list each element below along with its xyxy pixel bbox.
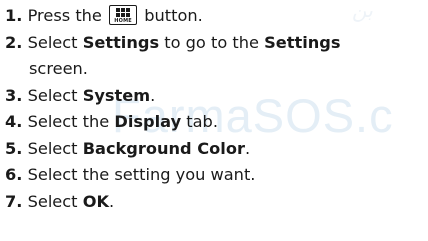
step-keyword: Settings: [82, 32, 160, 52]
home-button-label: HOME: [114, 18, 132, 24]
step-text: Select: [27, 32, 78, 52]
step-number: 7.: [5, 191, 23, 211]
step-3: 3. Select System.: [5, 83, 425, 110]
step-text: .: [150, 85, 156, 105]
step-number: 1.: [5, 6, 23, 25]
step-2-continued: screen.: [5, 56, 425, 83]
step-text: Select: [27, 85, 78, 105]
step-text: Select the setting you want.: [27, 165, 256, 184]
step-text: screen.: [29, 59, 88, 78]
step-text: Press the: [27, 6, 102, 25]
step-text: Select the: [27, 112, 110, 131]
step-text: button.: [144, 6, 203, 25]
step-7: 7. Select OK.: [5, 189, 425, 216]
step-text: Select: [27, 191, 78, 211]
step-5: 5. Select Background Color.: [5, 136, 425, 163]
step-2: 2. Select Settings to go to the Settings: [5, 30, 425, 57]
step-keyword: OK: [82, 191, 109, 211]
step-number: 6.: [5, 165, 23, 184]
step-number: 4.: [5, 112, 23, 131]
step-text: tab.: [186, 112, 218, 131]
step-keyword: Settings: [264, 32, 341, 52]
step-4: 4. Select the Display tab.: [5, 109, 425, 136]
step-text: Select: [27, 138, 78, 158]
step-1: 1. Press the HOME button.: [5, 3, 425, 30]
step-text: .: [244, 138, 251, 158]
home-button-icon: HOME: [109, 5, 138, 25]
instruction-steps: 1. Press the HOME button. 2. Select Sett…: [5, 3, 425, 215]
step-text: .: [109, 191, 115, 211]
step-keyword: System: [82, 85, 151, 105]
step-number: 5.: [5, 138, 23, 158]
step-6: 6. Select the setting you want.: [5, 162, 425, 189]
step-number: 3.: [5, 85, 23, 105]
step-keyword: Background Color: [82, 138, 245, 158]
step-number: 2.: [5, 32, 23, 52]
step-keyword: Display: [114, 112, 182, 131]
step-text: to go to the: [164, 32, 259, 52]
